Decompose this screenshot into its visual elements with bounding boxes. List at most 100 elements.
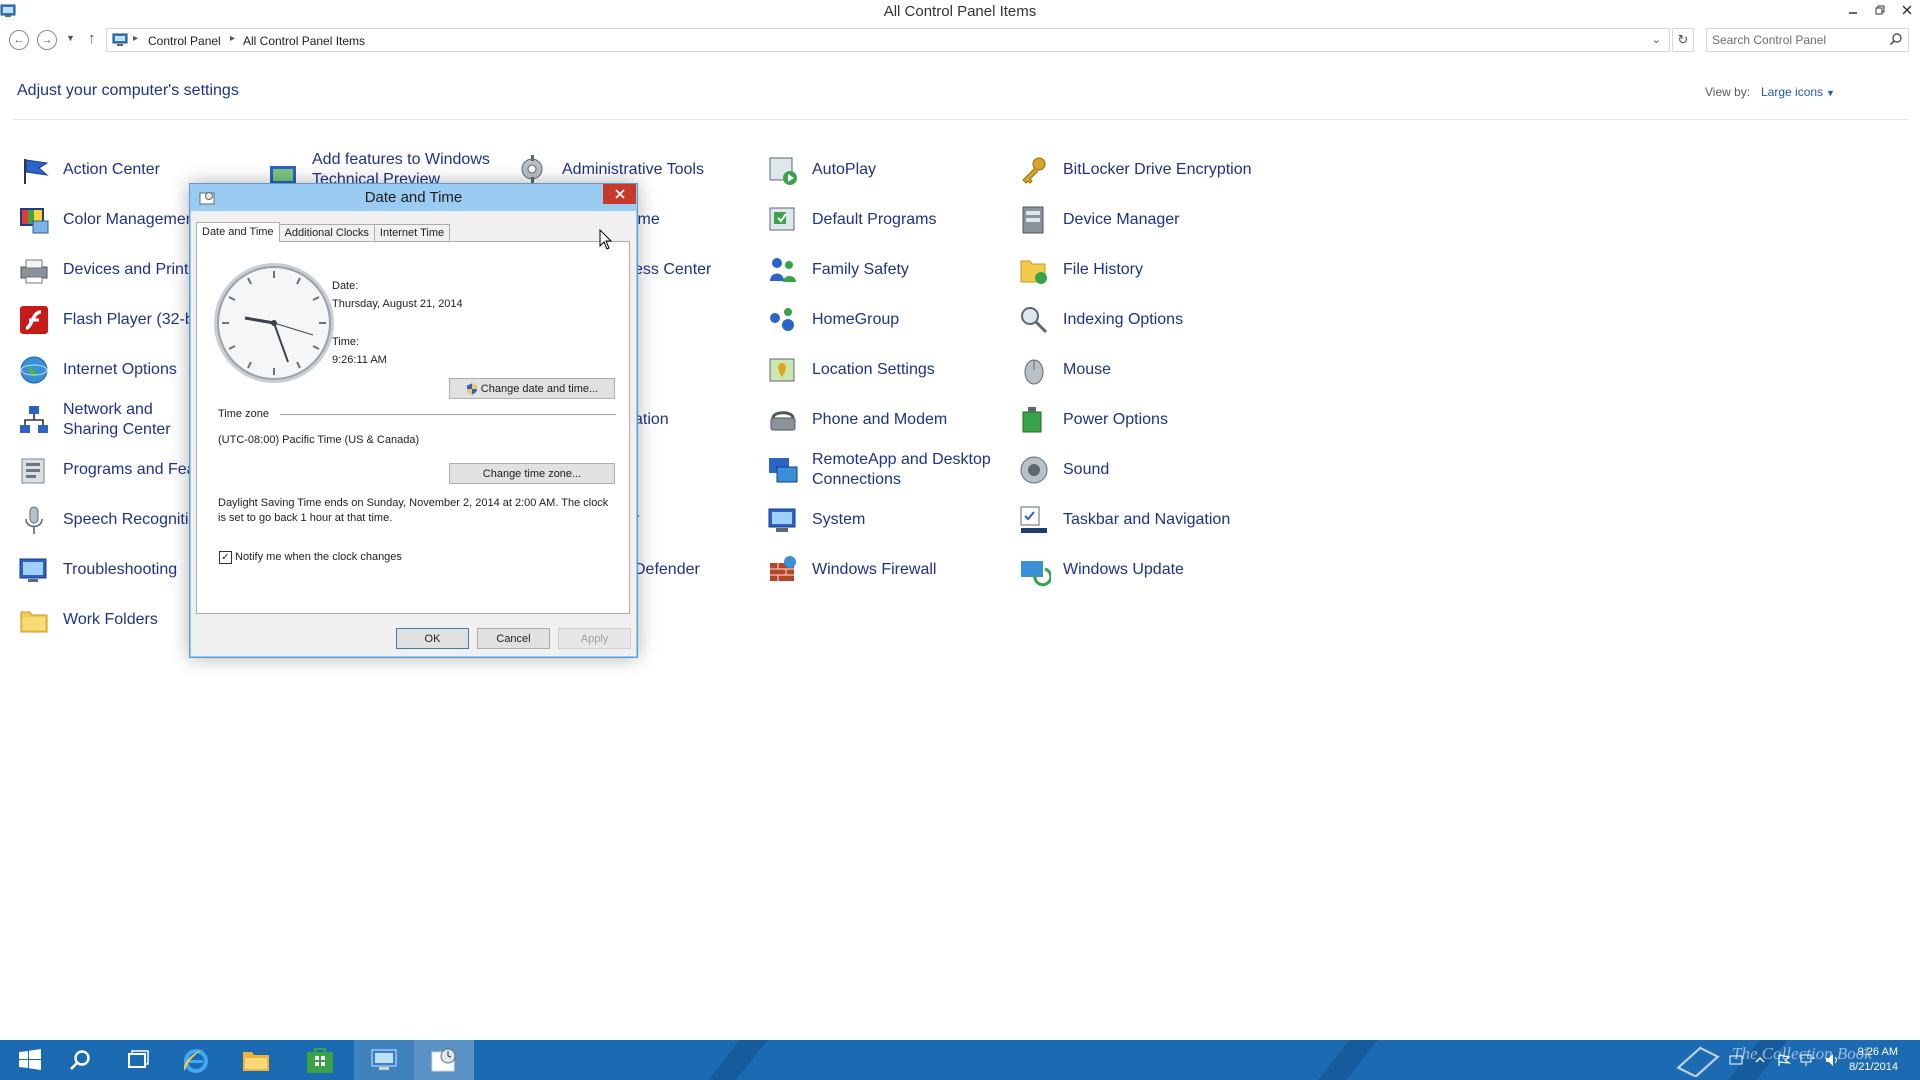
date-time-taskbar-button[interactable] [414,1040,474,1080]
internet-explorer-button[interactable] [166,1040,226,1080]
view-by-dropdown[interactable]: Large icons ▼ [1761,85,1835,99]
task-view-button[interactable] [108,1040,168,1080]
network-tray-icon[interactable] [1728,1052,1744,1068]
item-indexing-options[interactable]: Indexing Options [1017,300,1183,340]
item-homegroup[interactable]: HomeGroup [766,300,899,340]
restore-button[interactable] [1866,0,1893,20]
item-bitlocker[interactable]: BitLocker Drive Encryption [1017,150,1252,190]
notify-checkbox-label[interactable]: Notify me when the clock changes [235,551,402,563]
control-panel-taskbar-button[interactable] [354,1040,414,1080]
address-bar[interactable]: ▸ Control Panel ▸ All Control Panel Item… [106,28,1670,52]
item-windows-defender-partial[interactable]: Defender [634,550,700,590]
item-sound[interactable]: Sound [1017,450,1109,490]
view-by-value: Large icons [1761,85,1824,99]
item-family-safety[interactable]: Family Safety [766,250,909,290]
speaker-icon [1020,456,1048,484]
item-ease-of-access-partial[interactable]: ess Center [634,250,711,290]
control-panel-icon [112,33,128,46]
item-work-folders[interactable]: Work Folders [17,600,158,640]
minimize-button[interactable] [1839,0,1866,20]
divider [280,414,616,415]
change-date-and-time-label: Change date and time... [480,382,599,395]
item-windows-update[interactable]: Windows Update [1017,550,1184,590]
item-default-programs[interactable]: Default Programs [766,200,937,240]
item-system[interactable]: System [766,500,865,540]
item-internet-options[interactable]: Internet Options [17,350,177,390]
volume-icon[interactable] [1824,1052,1840,1068]
store-button[interactable] [290,1040,350,1080]
system-tray [1672,1040,1844,1080]
dialog-titlebar[interactable]: Date and Time [190,184,637,211]
breadcrumb-control-panel[interactable]: Control Panel [148,34,221,48]
dialog-close-button[interactable] [603,184,636,204]
item-file-history[interactable]: File History [1017,250,1143,290]
item-label: File History [1063,261,1144,278]
refresh-button[interactable]: ↻ [1672,28,1694,52]
address-dropdown-icon[interactable]: ⌄ [1652,33,1661,46]
taskbar-decoration [1302,1040,1386,1080]
action-center-tray-icon[interactable] [1776,1052,1792,1068]
item-label: Location Settings [812,361,935,378]
taskbar-clock[interactable]: 9:26 AM 8/21/2014 [1849,1045,1898,1075]
item-devices-and-printers[interactable]: Devices and Printers [17,250,211,290]
search-box[interactable] [1706,28,1909,52]
analog-clock-icon [214,263,334,383]
item-label: BitLocker Drive Encryption [1063,161,1252,178]
breadcrumb-separator: ▸ [133,33,139,44]
change-date-and-time-button[interactable]: Change date and time... [449,378,615,399]
item-windows-firewall[interactable]: Windows Firewall [766,550,936,590]
notify-checkbox[interactable]: ✓ [219,551,232,564]
item-label: Power Options [1063,411,1168,428]
close-icon [614,189,625,199]
wired-network-icon[interactable] [1800,1052,1816,1068]
ok-button[interactable]: OK [396,628,469,649]
change-time-zone-button[interactable]: Change time zone... [449,463,615,484]
item-color-management[interactable]: Color Management [17,200,199,240]
store-icon [307,1048,333,1073]
tab-internet-time[interactable]: Internet Time [373,224,451,242]
taskbar-time: 9:26 AM [1857,1046,1898,1058]
item-power-options[interactable]: Power Options [1017,400,1168,440]
forward-button[interactable]: → [37,30,57,50]
search-taskbar-button[interactable] [50,1040,110,1080]
tab-additional-clocks[interactable]: Additional Clocks [278,224,375,242]
task-view-icon [128,1050,149,1068]
item-partial-ation[interactable]: ation [634,400,669,440]
firewall-icon [770,556,796,581]
chevron-up-icon[interactable] [1752,1052,1768,1068]
cancel-button[interactable]: Cancel [477,628,550,649]
search-icon[interactable] [1889,32,1903,46]
apply-button[interactable]: Apply [558,628,631,649]
item-mouse[interactable]: Mouse [1017,350,1111,390]
time-zone-heading: Time zone [218,408,269,420]
tab-date-and-time[interactable]: Date and Time [196,222,280,242]
key-icon [1022,157,1046,184]
item-taskbar-and-navigation[interactable]: Taskbar and Navigation [1017,500,1230,540]
item-flash-player[interactable]: Flash Player (32-bit) [17,300,207,340]
dialog-body: Date and Time Additional Clocks Internet… [191,211,636,656]
file-explorer-button[interactable] [226,1040,286,1080]
internet-explorer-icon [183,1048,209,1073]
breadcrumb-all-items[interactable]: All Control Panel Items [243,34,365,48]
date-label: Date: [332,280,359,292]
item-label: Mouse [1063,361,1112,378]
item-phone-and-modem[interactable]: Phone and Modem [766,400,947,440]
item-troubleshooting[interactable]: Troubleshooting [17,550,177,590]
close-button[interactable] [1893,0,1920,20]
back-button[interactable]: ← [9,30,29,50]
device-manager-icon [1022,206,1044,234]
item-label: Administrative Tools [562,161,704,178]
item-label: Indexing Options [1063,311,1184,328]
item-speech-recognition[interactable]: Speech Recognition [17,500,206,540]
item-network-and-sharing-center[interactable]: Network and Sharing Center [17,398,193,442]
item-remoteapp[interactable]: RemoteApp and Desktop Connections [766,448,992,492]
up-button[interactable]: ↑ [88,30,96,47]
taskbar-icon [1020,506,1047,533]
search-input[interactable] [1712,33,1877,47]
item-location-settings[interactable]: Location Settings [766,350,935,390]
recent-locations-dropdown[interactable]: ▼ [66,33,75,43]
item-autoplay[interactable]: AutoPlay [766,150,876,190]
shield-icon [466,383,477,394]
item-device-manager[interactable]: Device Manager [1017,200,1180,240]
item-action-center[interactable]: Action Center [17,150,160,190]
